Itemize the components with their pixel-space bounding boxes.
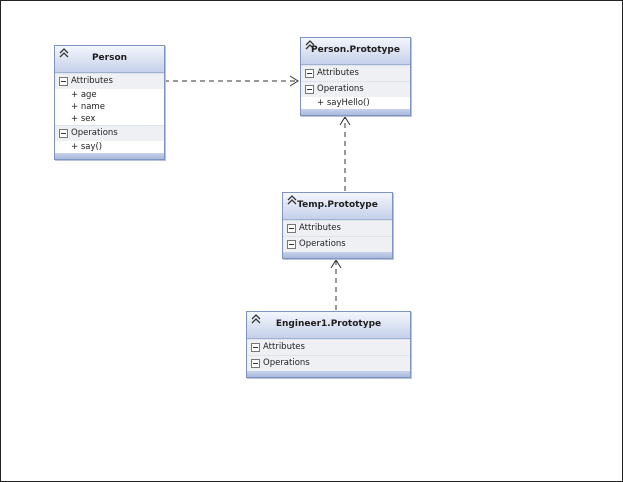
section-label: Operations — [317, 84, 364, 94]
section-label: Operations — [299, 239, 346, 249]
class-header[interactable]: Engineer1.Prototype — [247, 312, 410, 339]
operation-item[interactable]: + say() — [55, 141, 164, 153]
class-footer — [301, 109, 410, 115]
class-header[interactable]: Person — [55, 46, 164, 73]
attributes-section[interactable]: Attributes — [247, 339, 410, 355]
attributes-section[interactable]: Attributes — [55, 73, 164, 89]
section-label: Attributes — [71, 76, 113, 86]
attribute-item[interactable]: + age — [55, 89, 164, 101]
class-header[interactable]: Temp.Prototype — [283, 193, 392, 220]
operations-section[interactable]: Operations — [283, 236, 392, 252]
collapse-toggle-icon[interactable] — [287, 224, 296, 233]
class-footer — [55, 153, 164, 159]
section-label: Attributes — [263, 342, 305, 352]
operations-section[interactable]: Operations — [55, 125, 164, 141]
class-title: Temp.Prototype — [297, 200, 378, 210]
class-title: Person — [91, 53, 128, 63]
section-label: Attributes — [317, 68, 359, 78]
class-title: Engineer1.Prototype — [275, 319, 382, 329]
class-header[interactable]: Person.Prototype — [301, 38, 410, 65]
operations-section[interactable]: Operations — [301, 81, 410, 97]
collapse-toggle-icon[interactable] — [287, 240, 296, 249]
operation-item[interactable]: + sayHello() — [301, 97, 410, 109]
class-title: Person.Prototype — [311, 45, 400, 55]
section-label: Attributes — [299, 223, 341, 233]
collapse-toggle-icon[interactable] — [305, 69, 314, 78]
attributes-section[interactable]: Attributes — [301, 65, 410, 81]
operations-section[interactable]: Operations — [247, 355, 410, 371]
attribute-item[interactable]: + sex — [55, 113, 164, 125]
class-engineer-prototype[interactable]: Engineer1.Prototype Attributes Operation… — [246, 311, 411, 378]
collapse-toggle-icon[interactable] — [251, 359, 260, 368]
class-person[interactable]: Person Attributes + age + name + sex Ope… — [54, 45, 165, 160]
collapse-toggle-icon[interactable] — [59, 129, 68, 138]
attributes-section[interactable]: Attributes — [283, 220, 392, 236]
diagram-canvas: Person Attributes + age + name + sex Ope… — [0, 0, 623, 482]
class-person-prototype[interactable]: Person.Prototype Attributes Operations +… — [300, 37, 411, 116]
collapse-toggle-icon[interactable] — [59, 77, 68, 86]
class-footer — [283, 252, 392, 258]
class-temp-prototype[interactable]: Temp.Prototype Attributes Operations — [282, 192, 393, 259]
collapse-toggle-icon[interactable] — [305, 85, 314, 94]
class-footer — [247, 371, 410, 377]
collapse-toggle-icon[interactable] — [251, 343, 260, 352]
section-label: Operations — [263, 358, 310, 368]
attribute-item[interactable]: + name — [55, 101, 164, 113]
section-label: Operations — [71, 128, 118, 138]
